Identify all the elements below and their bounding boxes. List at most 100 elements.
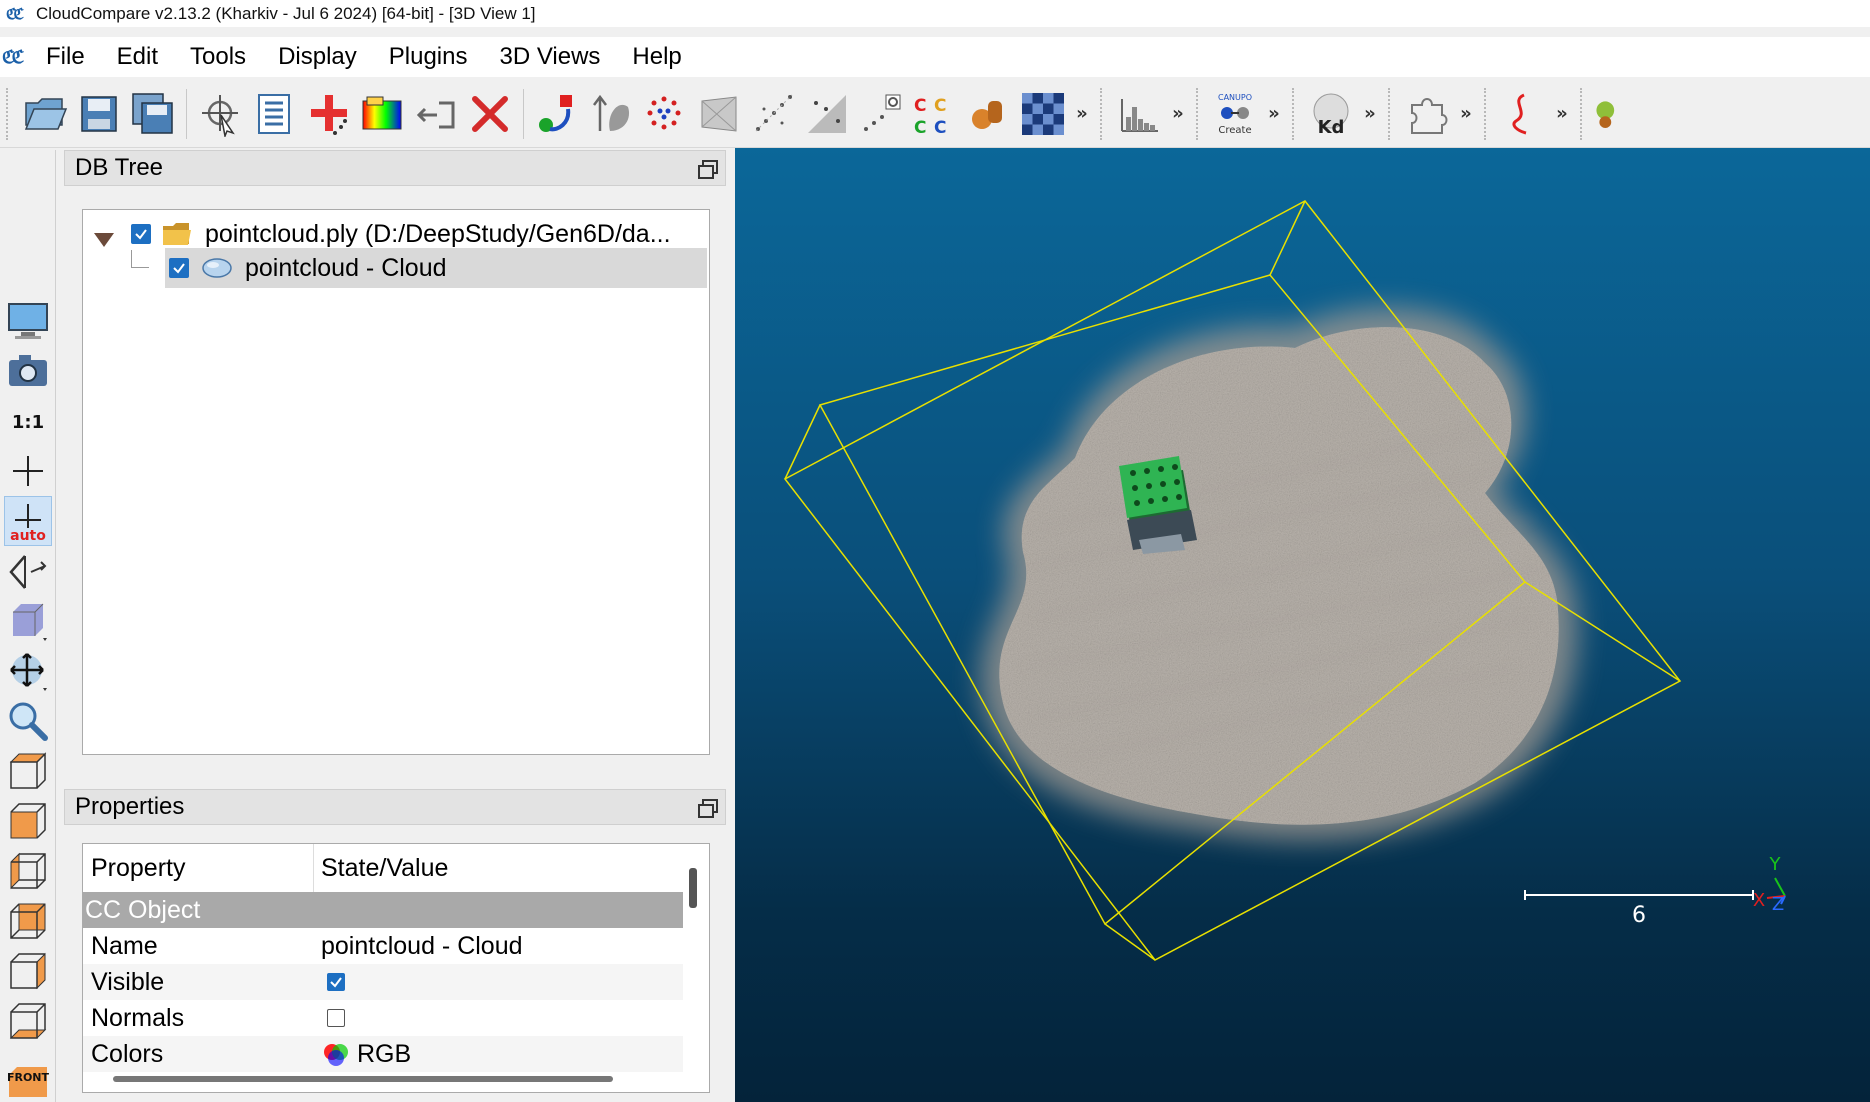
clone-button[interactable] xyxy=(409,86,463,142)
front-view-button[interactable] xyxy=(4,796,52,846)
float-panel-icon[interactable] xyxy=(697,159,718,179)
point-picking-icon xyxy=(202,94,238,137)
set-pivot-button[interactable] xyxy=(4,446,52,496)
point-picking-button[interactable] xyxy=(193,86,247,142)
toolbar-overflow-button[interactable]: » xyxy=(1070,103,1094,124)
tree-item-cloud[interactable]: pointcloud - Cloud xyxy=(165,248,707,288)
screenshot-button[interactable] xyxy=(4,346,52,396)
horizontal-scrollbar[interactable] xyxy=(113,1076,613,1082)
toolbar-grip[interactable] xyxy=(6,87,12,140)
menu-plugins[interactable]: Plugins xyxy=(373,43,484,71)
toolbar-grip[interactable] xyxy=(1196,87,1202,140)
menu-file[interactable]: File xyxy=(30,43,101,71)
crosshair-icon xyxy=(13,456,43,486)
axis-z-label: Z xyxy=(1772,894,1784,915)
3d-view[interactable]: 6 Y X Z xyxy=(735,148,1870,1102)
kdtree-button[interactable]: Kd xyxy=(1304,86,1358,142)
auto-pivot-button[interactable]: auto xyxy=(4,496,52,546)
normals-checkbox[interactable] xyxy=(327,1009,345,1027)
float-panel-icon[interactable] xyxy=(697,798,718,818)
object-view-button[interactable] xyxy=(4,596,52,646)
table-row[interactable]: Colors RGB xyxy=(83,1036,683,1072)
checkerboard-button[interactable] xyxy=(1016,86,1070,142)
cross-section-button[interactable] xyxy=(854,86,908,142)
toolbar-separator xyxy=(523,88,524,139)
primitives-button[interactable] xyxy=(962,86,1016,142)
property-value[interactable]: pointcloud - Cloud xyxy=(321,932,523,961)
bottom-view-button[interactable] xyxy=(4,996,52,1046)
color-scale-button[interactable] xyxy=(355,86,409,142)
view-toolbar: 1:1 auto FRONT xyxy=(0,150,56,1102)
menu-help[interactable]: Help xyxy=(616,43,697,71)
zoom-1-1-button[interactable]: 1:1 xyxy=(4,396,52,446)
3d-scene[interactable]: 6 Y X Z xyxy=(735,148,1870,1102)
polyline-button[interactable] xyxy=(1496,86,1550,142)
perspective-button[interactable] xyxy=(4,546,52,596)
properties-title: Properties xyxy=(75,793,185,820)
table-row[interactable]: Visible xyxy=(83,964,683,1000)
camera-icon xyxy=(9,355,47,386)
menu-edit[interactable]: Edit xyxy=(101,43,174,71)
open-button[interactable] xyxy=(18,86,72,142)
delete-button[interactable] xyxy=(463,86,517,142)
colors-value[interactable]: RGB xyxy=(321,1040,411,1069)
iso-front-view-button[interactable]: FRONT xyxy=(4,1046,52,1102)
cc-compare-button[interactable]: CCCC xyxy=(908,86,962,142)
tree-checkbox[interactable] xyxy=(169,258,189,278)
toolbar-overflow-button[interactable]: » xyxy=(1262,103,1286,124)
toolbar-overflow-button[interactable]: » xyxy=(1454,103,1478,124)
fullscreen-button[interactable] xyxy=(4,296,52,346)
noise-filter-button[interactable] xyxy=(746,86,800,142)
save-icon xyxy=(81,95,117,132)
cloud-icon xyxy=(201,256,233,280)
tree-checkbox[interactable] xyxy=(131,224,151,244)
toolbar-overflow-button[interactable]: » xyxy=(1166,103,1190,124)
extra-plugin-button[interactable] xyxy=(1592,86,1626,142)
cross-section-icon xyxy=(864,94,901,131)
vertical-scrollbar[interactable] xyxy=(689,868,697,908)
mesh-button[interactable] xyxy=(692,86,746,142)
canupo-create-button[interactable]: CANUPO Create xyxy=(1208,86,1262,142)
property-group-cc-object[interactable]: CC Object xyxy=(83,892,683,928)
menu-3d-views[interactable]: 3D Views xyxy=(483,43,616,71)
tree-item-label: pointcloud.ply (D:/DeepStudy/Gen6D/da... xyxy=(205,219,671,248)
table-row[interactable]: Normals xyxy=(83,1000,683,1036)
menu-display[interactable]: Display xyxy=(262,43,373,71)
column-header-property[interactable]: Property xyxy=(91,854,185,883)
save-button[interactable] xyxy=(72,86,126,142)
register-button[interactable] xyxy=(530,86,584,142)
back-view-button[interactable] xyxy=(4,896,52,946)
point-cloud[interactable] xyxy=(980,307,1578,841)
column-header-value[interactable]: State/Value xyxy=(321,854,448,883)
subsample-button[interactable] xyxy=(638,86,692,142)
add-point-button[interactable] xyxy=(301,86,355,142)
property-name: Normals xyxy=(91,1003,185,1032)
normals-button[interactable] xyxy=(584,86,638,142)
interaction-mode-button[interactable] xyxy=(4,646,52,696)
app-menu-icon[interactable]: ℭℭ xyxy=(0,47,30,68)
normals-icon xyxy=(593,94,630,131)
toolbar-grip[interactable] xyxy=(1580,87,1586,140)
zoom-button[interactable] xyxy=(4,696,52,746)
histogram-button[interactable] xyxy=(1112,86,1166,142)
toolbar-overflow-button[interactable]: » xyxy=(1550,103,1574,124)
top-view-button[interactable] xyxy=(4,746,52,796)
plane-fit-button[interactable] xyxy=(800,86,854,142)
auto-pivot-icon: auto xyxy=(10,504,46,544)
visible-checkbox[interactable] xyxy=(327,973,345,991)
toolbar-grip[interactable] xyxy=(1100,87,1106,140)
toolbar-grip[interactable] xyxy=(1388,87,1394,140)
toolbar-overflow-button[interactable]: » xyxy=(1358,103,1382,124)
toolbar-grip[interactable] xyxy=(1484,87,1490,140)
table-row[interactable]: Name pointcloud - Cloud xyxy=(83,928,683,964)
column-separator[interactable] xyxy=(313,844,314,892)
puzzle-plugin-button[interactable] xyxy=(1400,86,1454,142)
menu-tools[interactable]: Tools xyxy=(174,43,262,71)
toolbar-grip[interactable] xyxy=(1292,87,1298,140)
right-view-button[interactable] xyxy=(4,946,52,996)
collapse-arrow-icon[interactable] xyxy=(93,226,115,247)
save-all-button[interactable] xyxy=(126,86,180,142)
move-icon xyxy=(10,653,47,691)
list-button[interactable] xyxy=(247,86,301,142)
left-view-button[interactable] xyxy=(4,846,52,896)
